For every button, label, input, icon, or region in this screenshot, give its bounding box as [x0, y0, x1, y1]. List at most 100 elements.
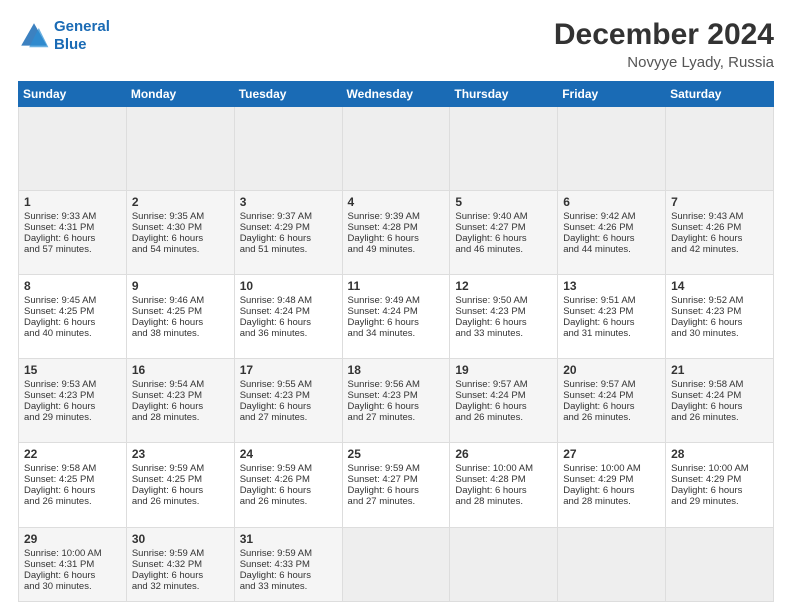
calendar-cell	[450, 527, 558, 601]
day-info-line: and 27 minutes.	[240, 412, 337, 423]
day-info-line: Sunset: 4:24 PM	[455, 390, 552, 401]
logo-line1: General	[54, 18, 110, 35]
calendar-cell: 17Sunrise: 9:55 AMSunset: 4:23 PMDayligh…	[234, 359, 342, 443]
day-info-line: Sunrise: 9:51 AM	[563, 295, 660, 306]
logo-icon	[18, 20, 50, 52]
day-info-line: Sunset: 4:23 PM	[455, 306, 552, 317]
day-info-line: Daylight: 6 hours	[348, 401, 445, 412]
calendar-cell: 12Sunrise: 9:50 AMSunset: 4:23 PMDayligh…	[450, 275, 558, 359]
page: General Blue December 2024 Novyye Lyady,…	[0, 0, 792, 612]
calendar-cell: 29Sunrise: 10:00 AMSunset: 4:31 PMDaylig…	[19, 527, 127, 601]
day-info-line: and 42 minutes.	[671, 244, 768, 255]
day-info-line: Sunset: 4:30 PM	[132, 222, 229, 233]
day-info-line: Sunrise: 9:50 AM	[455, 295, 552, 306]
day-info-line: Sunset: 4:23 PM	[671, 306, 768, 317]
day-number: 17	[240, 363, 337, 377]
day-info-line: and 32 minutes.	[132, 581, 229, 592]
day-info-line: Sunset: 4:23 PM	[132, 390, 229, 401]
calendar-row-2: 8Sunrise: 9:45 AMSunset: 4:25 PMDaylight…	[19, 275, 774, 359]
day-number: 29	[24, 532, 121, 546]
day-info-line: and 26 minutes.	[563, 412, 660, 423]
day-number: 19	[455, 363, 552, 377]
day-info-line: Sunrise: 9:49 AM	[348, 295, 445, 306]
calendar-cell: 18Sunrise: 9:56 AMSunset: 4:23 PMDayligh…	[342, 359, 450, 443]
main-title: December 2024	[554, 18, 774, 52]
day-info-line: Daylight: 6 hours	[240, 570, 337, 581]
day-number: 26	[455, 447, 552, 461]
day-info-line: Sunset: 4:26 PM	[671, 222, 768, 233]
day-info-line: Daylight: 6 hours	[671, 401, 768, 412]
day-info-line: Daylight: 6 hours	[24, 317, 121, 328]
calendar-row-0	[19, 107, 774, 191]
day-number: 1	[24, 195, 121, 209]
day-info-line: Sunrise: 9:58 AM	[24, 463, 121, 474]
day-info-line: Sunset: 4:26 PM	[563, 222, 660, 233]
calendar-cell: 7Sunrise: 9:43 AMSunset: 4:26 PMDaylight…	[666, 191, 774, 275]
day-info-line: Sunrise: 9:59 AM	[132, 548, 229, 559]
day-info-line: Sunrise: 9:59 AM	[132, 463, 229, 474]
calendar-cell: 8Sunrise: 9:45 AMSunset: 4:25 PMDaylight…	[19, 275, 127, 359]
col-header-thursday: Thursday	[450, 82, 558, 107]
day-info-line: Sunrise: 9:48 AM	[240, 295, 337, 306]
day-info-line: Daylight: 6 hours	[240, 317, 337, 328]
day-number: 11	[348, 279, 445, 293]
calendar-cell	[234, 107, 342, 191]
day-info-line: and 44 minutes.	[563, 244, 660, 255]
day-info-line: Daylight: 6 hours	[240, 233, 337, 244]
calendar-cell: 20Sunrise: 9:57 AMSunset: 4:24 PMDayligh…	[558, 359, 666, 443]
day-info-line: and 26 minutes.	[455, 412, 552, 423]
day-info-line: Sunrise: 9:33 AM	[24, 211, 121, 222]
calendar-cell	[666, 527, 774, 601]
day-info-line: and 30 minutes.	[671, 328, 768, 339]
day-info-line: and 51 minutes.	[240, 244, 337, 255]
day-info-line: Sunset: 4:24 PM	[671, 390, 768, 401]
day-info-line: and 26 minutes.	[24, 496, 121, 507]
calendar-cell: 25Sunrise: 9:59 AMSunset: 4:27 PMDayligh…	[342, 443, 450, 527]
day-info-line: and 54 minutes.	[132, 244, 229, 255]
calendar-cell: 23Sunrise: 9:59 AMSunset: 4:25 PMDayligh…	[126, 443, 234, 527]
col-header-wednesday: Wednesday	[342, 82, 450, 107]
title-block: December 2024 Novyye Lyady, Russia	[554, 18, 774, 71]
calendar-cell: 13Sunrise: 9:51 AMSunset: 4:23 PMDayligh…	[558, 275, 666, 359]
day-info-line: Sunrise: 10:00 AM	[455, 463, 552, 474]
day-info-line: Sunrise: 9:46 AM	[132, 295, 229, 306]
day-info-line: and 28 minutes.	[132, 412, 229, 423]
day-number: 31	[240, 532, 337, 546]
day-number: 16	[132, 363, 229, 377]
calendar-row-5: 29Sunrise: 10:00 AMSunset: 4:31 PMDaylig…	[19, 527, 774, 601]
calendar-cell	[558, 527, 666, 601]
day-info-line: Sunset: 4:24 PM	[563, 390, 660, 401]
day-number: 23	[132, 447, 229, 461]
day-info-line: Daylight: 6 hours	[671, 317, 768, 328]
day-number: 9	[132, 279, 229, 293]
day-info-line: Sunset: 4:29 PM	[563, 474, 660, 485]
day-number: 13	[563, 279, 660, 293]
calendar-cell	[342, 527, 450, 601]
day-info-line: and 38 minutes.	[132, 328, 229, 339]
day-info-line: Daylight: 6 hours	[348, 485, 445, 496]
calendar-cell	[126, 107, 234, 191]
col-header-saturday: Saturday	[666, 82, 774, 107]
day-info-line: Daylight: 6 hours	[132, 570, 229, 581]
calendar-cell	[342, 107, 450, 191]
day-info-line: Daylight: 6 hours	[563, 317, 660, 328]
day-info-line: Daylight: 6 hours	[240, 485, 337, 496]
calendar-row-4: 22Sunrise: 9:58 AMSunset: 4:25 PMDayligh…	[19, 443, 774, 527]
day-info-line: and 31 minutes.	[563, 328, 660, 339]
day-info-line: Sunrise: 9:53 AM	[24, 379, 121, 390]
calendar-cell: 16Sunrise: 9:54 AMSunset: 4:23 PMDayligh…	[126, 359, 234, 443]
day-info-line: and 29 minutes.	[24, 412, 121, 423]
day-info-line: Daylight: 6 hours	[671, 233, 768, 244]
day-number: 30	[132, 532, 229, 546]
day-info-line: Sunset: 4:29 PM	[671, 474, 768, 485]
day-number: 5	[455, 195, 552, 209]
day-info-line: Daylight: 6 hours	[24, 233, 121, 244]
logo: General Blue	[18, 18, 110, 54]
calendar-cell	[450, 107, 558, 191]
header: General Blue December 2024 Novyye Lyady,…	[18, 18, 774, 71]
day-info-line: and 34 minutes.	[348, 328, 445, 339]
calendar-cell: 27Sunrise: 10:00 AMSunset: 4:29 PMDaylig…	[558, 443, 666, 527]
day-info-line: Daylight: 6 hours	[24, 485, 121, 496]
day-info-line: Daylight: 6 hours	[671, 485, 768, 496]
day-info-line: Sunset: 4:24 PM	[240, 306, 337, 317]
